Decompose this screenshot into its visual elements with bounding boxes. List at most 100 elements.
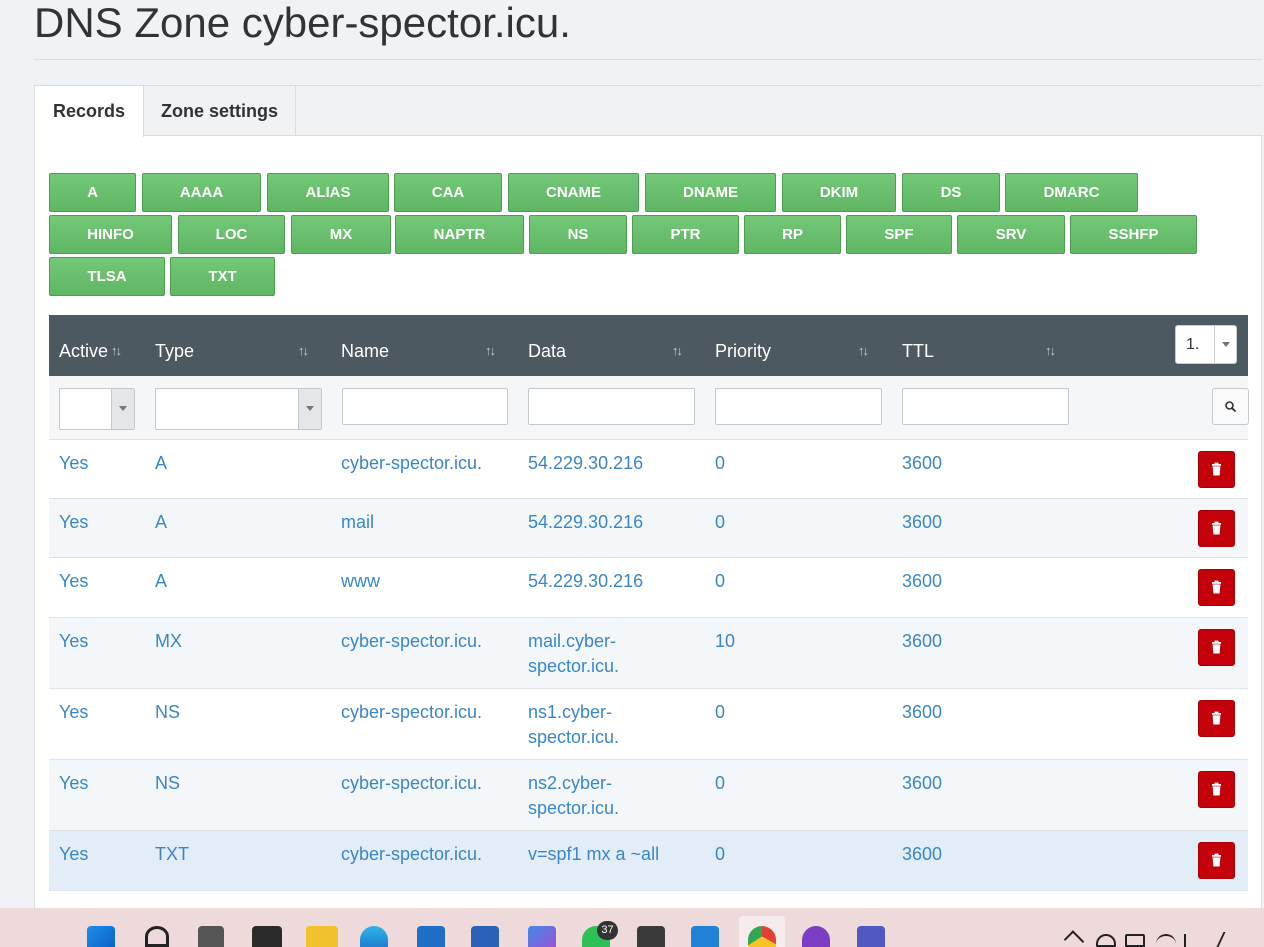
task-view-icon[interactable] [198,926,224,947]
cell-active[interactable]: Yes [59,569,149,594]
chevron-down-icon[interactable] [298,389,321,429]
page-size-select[interactable]: 1. [1175,325,1237,364]
cell-ttl[interactable]: 3600 [902,451,1082,476]
word-icon[interactable] [471,926,499,947]
add-record-a-button[interactable]: A [49,173,136,212]
add-record-txt-button[interactable]: TXT [170,257,275,296]
add-record-dkim-button[interactable]: DKIM [782,173,896,212]
sort-icon[interactable]: ↑↓ [111,343,127,359]
add-record-srv-button[interactable]: SRV [957,215,1065,254]
sort-icon[interactable]: ↑↓ [485,343,501,359]
search-button[interactable] [1212,388,1249,425]
teams-icon[interactable] [857,926,885,947]
cell-type[interactable]: MX [155,629,335,654]
battery-icon[interactable] [1125,934,1145,947]
add-record-aaaa-button[interactable]: AAAA [142,173,261,212]
cell-ttl[interactable]: 3600 [902,700,1082,725]
cell-type[interactable]: TXT [155,842,335,867]
edge-icon[interactable] [360,926,388,947]
column-header-active[interactable]: Active [59,315,108,376]
cell-type[interactable]: NS [155,771,335,796]
cell-data[interactable]: 54.229.30.216 [528,451,703,476]
cell-name[interactable]: cyber-spector.icu. [341,629,521,654]
cell-active[interactable]: Yes [59,771,149,796]
cell-data[interactable]: 54.229.30.216 [528,569,703,594]
cell-active[interactable]: Yes [59,700,149,725]
chrome-icon[interactable] [748,926,776,947]
cell-ttl[interactable]: 3600 [902,510,1082,535]
delete-record-button[interactable] [1198,629,1235,666]
tab-records[interactable]: Records [35,86,144,137]
add-record-sshfp-button[interactable]: SSHFP [1070,215,1197,254]
github-desktop-icon[interactable] [802,926,830,947]
type-filter-select[interactable] [155,388,322,430]
widgets-icon[interactable] [252,926,282,947]
add-record-ptr-button[interactable]: PTR [632,215,739,254]
volume-icon[interactable] [1184,934,1202,947]
cell-data[interactable]: v=spf1 mx a ~all [528,842,703,867]
cell-ttl[interactable]: 3600 [902,629,1082,654]
cell-name[interactable]: cyber-spector.icu. [341,771,521,796]
add-record-spf-button[interactable]: SPF [846,215,952,254]
chevron-up-icon[interactable] [1063,930,1085,947]
cell-priority[interactable]: 0 [715,771,895,796]
table-row[interactable]: Yes Acyber-spector.icu. 54.229.30.216 0 3600 [49,440,1248,499]
cell-priority[interactable]: 0 [715,700,895,725]
add-record-caa-button[interactable]: CAA [394,173,502,212]
cell-active[interactable]: Yes [59,451,149,476]
data-filter-input[interactable] [528,388,695,425]
cell-data[interactable]: 54.229.30.216 [528,510,703,535]
column-header-type[interactable]: Type [155,315,194,376]
cell-active[interactable]: Yes [59,842,149,867]
add-record-dname-button[interactable]: DNAME [645,173,776,212]
delete-record-button[interactable] [1198,451,1235,488]
table-row[interactable]: Yes MX cyber-spector.icu. mail.cyber- spect… [49,618,1248,689]
cell-ttl[interactable]: 3600 [902,569,1082,594]
chevron-down-icon[interactable] [111,389,134,429]
delete-record-button[interactable] [1198,510,1235,547]
cell-data[interactable]: mail.cyber- spector.icu. [528,629,703,679]
wifi-icon[interactable] [1156,934,1176,947]
cell-name[interactable]: cyber-spector.icu. [341,842,521,867]
sort-icon[interactable]: ↑↓ [672,343,688,359]
delete-record-button[interactable] [1198,700,1235,737]
add-record-mx-button[interactable]: MX [291,215,391,254]
active-filter-select[interactable] [59,388,135,430]
column-header-data[interactable]: Data [528,315,566,376]
cell-active[interactable]: Yes [59,629,149,654]
sort-icon[interactable]: ↑↓ [858,343,874,359]
cell-active[interactable]: Yes [59,510,149,535]
delete-record-button[interactable] [1198,569,1235,606]
table-row[interactable]: Yes NS cyber-spector.icu. ns1.cyber- specto… [49,689,1248,760]
cell-type[interactable]: A [155,510,335,535]
onedrive-icon[interactable] [1096,934,1116,947]
add-record-naptr-button[interactable]: NAPTR [395,215,524,254]
cell-ttl[interactable]: 3600 [902,771,1082,796]
search-icon[interactable] [145,926,169,947]
name-filter-input[interactable] [342,388,508,425]
table-row[interactable]: Yes NS cyber-spector.icu. ns2.cyber- specto… [49,760,1248,831]
sort-icon[interactable]: ↑↓ [1045,343,1061,359]
terminal-icon[interactable] [637,926,665,947]
copilot-icon[interactable] [528,926,556,947]
tab-zone-settings[interactable]: Zone settings [144,86,296,136]
store-icon[interactable] [417,926,445,947]
add-record-hinfo-button[interactable]: HINFO [49,215,172,254]
cell-type[interactable]: NS [155,700,335,725]
cell-ttl[interactable]: 3600 [902,842,1082,867]
cell-priority[interactable]: 10 [715,629,895,654]
cell-name[interactable]: www [341,569,521,594]
windows-start-icon[interactable] [87,926,115,947]
vscode-icon[interactable] [691,926,719,947]
table-row[interactable]: Yes TXT cyber-spector.icu. v=spf1 mx a ~all… [49,831,1248,891]
sort-icon[interactable]: ↑↓ [298,343,314,359]
cell-type[interactable]: A [155,451,335,476]
cell-priority[interactable]: 0 [715,451,895,476]
add-record-alias-button[interactable]: ALIAS [267,173,389,212]
ttl-filter-input[interactable] [902,388,1069,425]
add-record-dmarc-button[interactable]: DMARC [1005,173,1138,212]
cell-priority[interactable]: 0 [715,842,895,867]
cell-priority[interactable]: 0 [715,510,895,535]
file-explorer-icon[interactable] [306,926,338,947]
add-record-ns-button[interactable]: NS [529,215,627,254]
